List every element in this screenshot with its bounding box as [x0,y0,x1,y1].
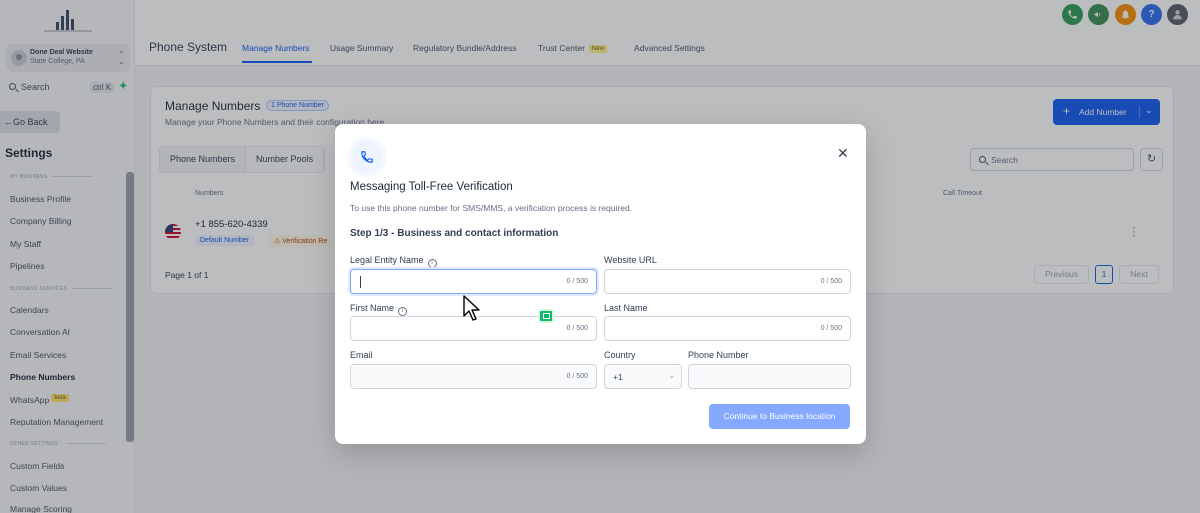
website-url-input[interactable]: 0 / 500 [604,269,851,294]
phone-number-input[interactable] [688,364,851,389]
modal-description: To use this phone number for SMS/MMS, a … [350,203,633,213]
toll-free-verification-modal: ✕ Messaging Toll-Free Verification To us… [335,124,866,444]
email-label: Email [350,350,373,360]
last-name-label: Last Name [604,303,648,313]
info-icon[interactable]: i [398,307,408,316]
website-url-label: Website URL [604,255,657,265]
website-url-counter: 0 / 500 [820,278,842,285]
step-heading: Step 1/3 - Business and contact informat… [350,228,559,239]
email-input[interactable]: 0 / 500 [350,364,597,389]
continue-button[interactable]: Continue to Business location [709,404,850,429]
modal-title: Messaging Toll-Free Verification [350,181,513,193]
grammar-assistant-icon[interactable] [538,309,554,323]
close-icon[interactable]: ✕ [837,146,849,160]
country-label: Country [604,350,636,360]
last-name-counter: 0 / 500 [820,325,842,332]
info-icon[interactable]: i [427,259,437,268]
first-name-label: First Name i [350,303,408,316]
legal-entity-name-input[interactable]: 0 / 500 [350,269,597,294]
mouse-pointer-icon [463,295,480,321]
first-name-label-text: First Name [350,303,395,313]
country-select[interactable]: +1 ⌄ [604,364,682,389]
legal-entity-name-counter: 0 / 500 [566,278,588,285]
chevron-down-icon: ⌄ [668,371,675,380]
email-counter: 0 / 500 [566,373,588,380]
phone-number-label: Phone Number [688,350,749,360]
legal-entity-name-label-text: Legal Entity Name [350,255,424,265]
first-name-counter: 0 / 500 [566,325,588,332]
country-code-value: +1 [613,372,623,382]
text-caret [360,276,361,288]
phone-icon [351,141,383,173]
legal-entity-name-label: Legal Entity Name i [350,255,437,268]
last-name-input[interactable]: 0 / 500 [604,316,851,341]
